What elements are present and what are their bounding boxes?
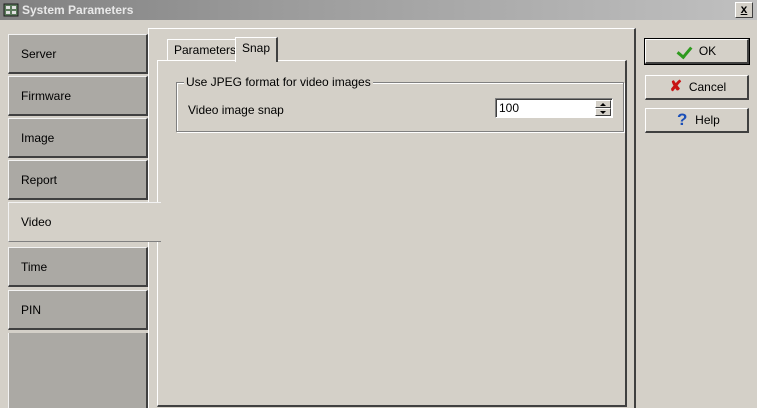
settings-grid-icon: [3, 3, 19, 17]
title-bar[interactable]: System Parameters x: [0, 0, 757, 20]
spin-down-icon[interactable]: [595, 108, 611, 116]
spinner-buttons: [595, 100, 611, 116]
window-title: System Parameters: [22, 3, 134, 17]
sidebar-item-label: Report: [21, 173, 58, 187]
sidebar-item-pin[interactable]: PIN: [8, 290, 148, 330]
red-x-icon: ✘: [669, 78, 683, 95]
sidebar-item-label: Image: [21, 131, 55, 145]
sidebar-item-label: Firmware: [21, 89, 71, 103]
sidebar-item-video[interactable]: Video: [8, 202, 161, 242]
sidebar-empty-area: [8, 333, 148, 408]
tab-label: Snap: [242, 41, 271, 55]
sidebar-item-label: Server: [21, 47, 57, 61]
sidebar-item-report[interactable]: Report: [8, 160, 148, 200]
green-check-icon: [677, 43, 695, 59]
blue-question-icon: ?: [676, 110, 688, 129]
video-image-snap-value[interactable]: 100: [499, 101, 519, 115]
sidebar-item-label: Video: [21, 215, 52, 229]
tab-parameters[interactable]: Parameters: [167, 39, 244, 60]
system-parameters-window: System Parameters x Server Firmware Imag…: [0, 0, 757, 408]
spin-up-icon[interactable]: [595, 100, 611, 108]
tab-snap[interactable]: Snap: [235, 37, 279, 62]
sidebar-item-label: Time: [21, 260, 48, 274]
ok-button[interactable]: OK: [644, 38, 750, 65]
sidebar-item-image[interactable]: Image: [8, 118, 148, 158]
groupbox-label: Use JPEG format for video images: [184, 75, 373, 89]
ok-button-label: OK: [698, 44, 717, 58]
cancel-button[interactable]: ✘ Cancel: [645, 75, 749, 100]
video-image-snap-label: Video image snap: [188, 103, 284, 117]
cancel-button-label: Cancel: [688, 80, 727, 94]
close-button[interactable]: x: [735, 2, 753, 18]
sidebar-item-time[interactable]: Time: [8, 247, 148, 287]
sidebar-item-server[interactable]: Server: [8, 34, 148, 74]
help-button[interactable]: ? Help: [645, 108, 749, 133]
video-image-snap-spinner[interactable]: 100: [495, 98, 613, 118]
sidebar-item-label: PIN: [21, 303, 42, 317]
tab-label: Parameters: [174, 43, 237, 57]
help-button-label: Help: [695, 113, 720, 127]
sidebar-item-firmware[interactable]: Firmware: [8, 76, 148, 116]
